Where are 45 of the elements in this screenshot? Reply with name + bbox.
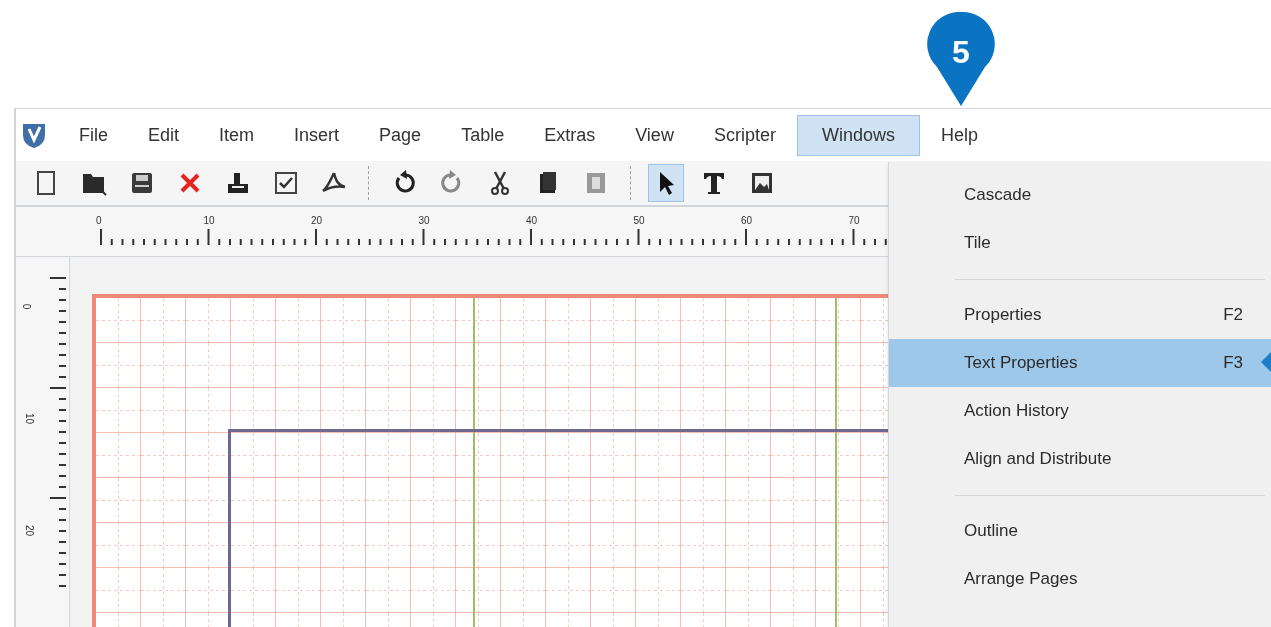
toolbar-button[interactable] <box>648 164 684 202</box>
menu-item[interactable]: Cascade <box>889 171 1271 219</box>
menu-item[interactable]: Windows <box>796 114 920 156</box>
menu-item[interactable]: Page <box>360 114 441 156</box>
menu-item-label: Arrange Pages <box>964 568 1079 591</box>
menu-item-label: Action History <box>964 400 1070 423</box>
menu-item-label: Cascade <box>964 184 1033 207</box>
ruler-label: 0 <box>96 214 102 228</box>
ruler-label: 20 <box>23 524 37 537</box>
ruler-label: 40 <box>526 214 538 228</box>
ruler-label: 20 <box>311 214 323 228</box>
ruler-label: 0 <box>20 303 34 310</box>
app-logo-icon <box>20 121 48 149</box>
menu-item[interactable]: Insert <box>275 114 359 156</box>
checkbox-icon <box>272 169 300 197</box>
menu-item[interactable]: Tile <box>889 219 1271 267</box>
step-number: 5 <box>951 33 971 72</box>
menu-item[interactable]: Edit <box>129 114 199 156</box>
ruler-label: 50 <box>633 214 645 228</box>
ruler-label: 10 <box>203 214 215 228</box>
ruler-label: 60 <box>741 214 753 228</box>
menu-item[interactable]: Align and Distribute <box>889 435 1271 483</box>
shortcut-label: F3 <box>1223 352 1243 375</box>
menu-item[interactable]: Outline <box>889 507 1271 555</box>
shortcut-label: F2 <box>1223 304 1243 327</box>
ruler-label: 30 <box>418 214 430 228</box>
menu-item-label: Outline <box>964 520 1019 543</box>
menu-item-label: Properties <box>964 304 1043 327</box>
menu-item[interactable]: Help <box>921 114 997 156</box>
menu-item[interactable]: Table <box>442 114 524 156</box>
menu-item[interactable]: Extras <box>525 114 615 156</box>
menu-item[interactable]: Arrange Pages <box>889 555 1271 603</box>
menu-item[interactable]: Item <box>200 114 274 156</box>
menu-item-label: Text Properties <box>964 352 1079 375</box>
menu-item-label: Tile <box>964 232 992 255</box>
ruler-label: 70 <box>848 214 860 228</box>
menu-item[interactable]: Action History <box>889 387 1271 435</box>
ruler-label: 10 <box>23 412 37 425</box>
menu-item[interactable]: View <box>616 114 693 156</box>
menu-item[interactable]: File <box>60 114 127 156</box>
menu-item[interactable]: Properties F2 <box>889 291 1271 339</box>
menu-item-label: Align and Distribute <box>964 448 1113 471</box>
pointer-icon <box>1261 352 1271 372</box>
menu-item[interactable]: Scripter <box>694 114 795 156</box>
menu-item[interactable]: Text Properties F3 <box>889 339 1271 387</box>
